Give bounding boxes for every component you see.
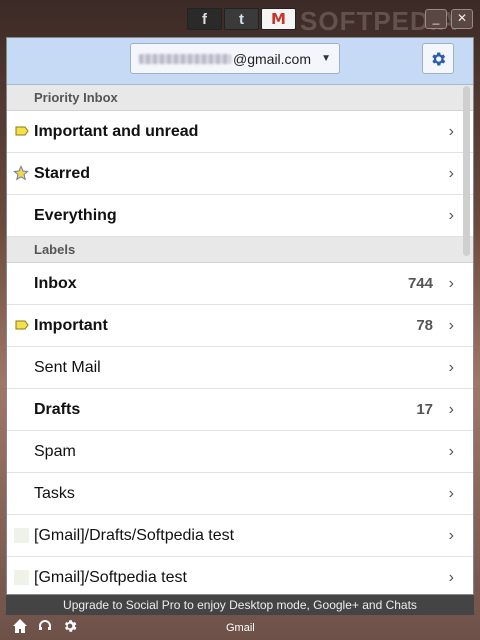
- chevron-down-icon: ▼: [321, 53, 331, 64]
- label-drafts[interactable]: Drafts 17 ›: [7, 389, 473, 431]
- section-labels: Labels: [7, 237, 473, 263]
- item-label: Drafts: [34, 400, 81, 418]
- label-sent-mail[interactable]: Sent Mail ›: [7, 347, 473, 389]
- item-important-unread[interactable]: Important and unread ›: [7, 111, 473, 153]
- settings-button[interactable]: [422, 43, 454, 74]
- label-important[interactable]: Important 78 ›: [7, 305, 473, 347]
- facebook-icon[interactable]: f: [187, 8, 222, 30]
- gmail-icon[interactable]: M: [261, 8, 296, 30]
- important-marker-icon: [15, 126, 29, 136]
- account-name-redacted: [139, 53, 231, 64]
- important-marker-icon: [15, 320, 29, 330]
- item-label: Spam: [34, 442, 76, 460]
- chevron-right-icon: ›: [448, 164, 454, 182]
- chevron-right-icon: ›: [448, 122, 454, 140]
- panel-header: @gmail.com ▼: [7, 38, 473, 85]
- label-spam[interactable]: Spam ›: [7, 431, 473, 473]
- upgrade-banner[interactable]: Upgrade to Social Pro to enjoy Desktop m…: [6, 595, 474, 615]
- close-button[interactable]: ✕: [451, 9, 473, 29]
- chevron-right-icon: ›: [448, 400, 454, 418]
- chevron-right-icon: ›: [448, 484, 454, 502]
- chevron-right-icon: ›: [448, 206, 454, 224]
- taskbar-app-label: Gmail: [226, 622, 255, 634]
- item-label: Inbox: [34, 274, 77, 292]
- item-starred[interactable]: Starred ›: [7, 153, 473, 195]
- mail-panel: @gmail.com ▼ Priority Inbox Important an…: [6, 37, 474, 595]
- label-tasks[interactable]: Tasks ›: [7, 473, 473, 515]
- item-label: Tasks: [34, 484, 75, 502]
- unread-count: 17: [416, 401, 433, 418]
- section-priority-inbox: Priority Inbox: [7, 85, 473, 111]
- item-label: [Gmail]/Drafts/Softpedia test: [34, 526, 235, 544]
- label-inbox[interactable]: Inbox 744 ›: [7, 263, 473, 305]
- item-label: Important and unread: [34, 122, 199, 140]
- scrollbar[interactable]: [463, 86, 470, 256]
- chevron-right-icon: ›: [448, 316, 454, 334]
- item-label: Starred: [34, 164, 91, 182]
- chevron-right-icon: ›: [448, 358, 454, 376]
- item-everything[interactable]: Everything ›: [7, 195, 473, 237]
- gear-icon[interactable]: [62, 618, 78, 634]
- chevron-right-icon: ›: [448, 526, 454, 544]
- bottom-toolbar: Gmail: [0, 615, 480, 640]
- gear-icon: [432, 51, 446, 66]
- window-titlebar: f t M SOFTPEDIA _ ✕: [0, 0, 480, 36]
- label-color-swatch: [14, 570, 29, 585]
- account-dropdown[interactable]: @gmail.com ▼: [130, 43, 340, 74]
- unread-count: 744: [407, 275, 433, 292]
- label-gmail-drafts-softpedia-test[interactable]: [Gmail]/Drafts/Softpedia test ›: [7, 515, 473, 557]
- unread-count: 78: [416, 317, 433, 334]
- chevron-right-icon: ›: [448, 568, 454, 586]
- item-label: Sent Mail: [34, 358, 101, 376]
- label-gmail-softpedia-test[interactable]: [Gmail]/Softpedia test ›: [7, 557, 473, 594]
- headset-icon[interactable]: [37, 618, 53, 634]
- minimize-button[interactable]: _: [425, 9, 447, 29]
- app-switcher: f t M: [187, 8, 296, 30]
- account-domain: @gmail.com: [233, 50, 312, 67]
- item-label: Everything: [34, 206, 117, 224]
- chevron-right-icon: ›: [448, 442, 454, 460]
- item-label: Important: [34, 316, 108, 334]
- chevron-right-icon: ›: [448, 274, 454, 292]
- twitter-icon[interactable]: t: [224, 8, 259, 30]
- label-color-swatch: [14, 528, 29, 543]
- item-label: [Gmail]/Softpedia test: [34, 568, 187, 586]
- star-icon: [13, 165, 29, 181]
- home-icon[interactable]: [12, 618, 28, 634]
